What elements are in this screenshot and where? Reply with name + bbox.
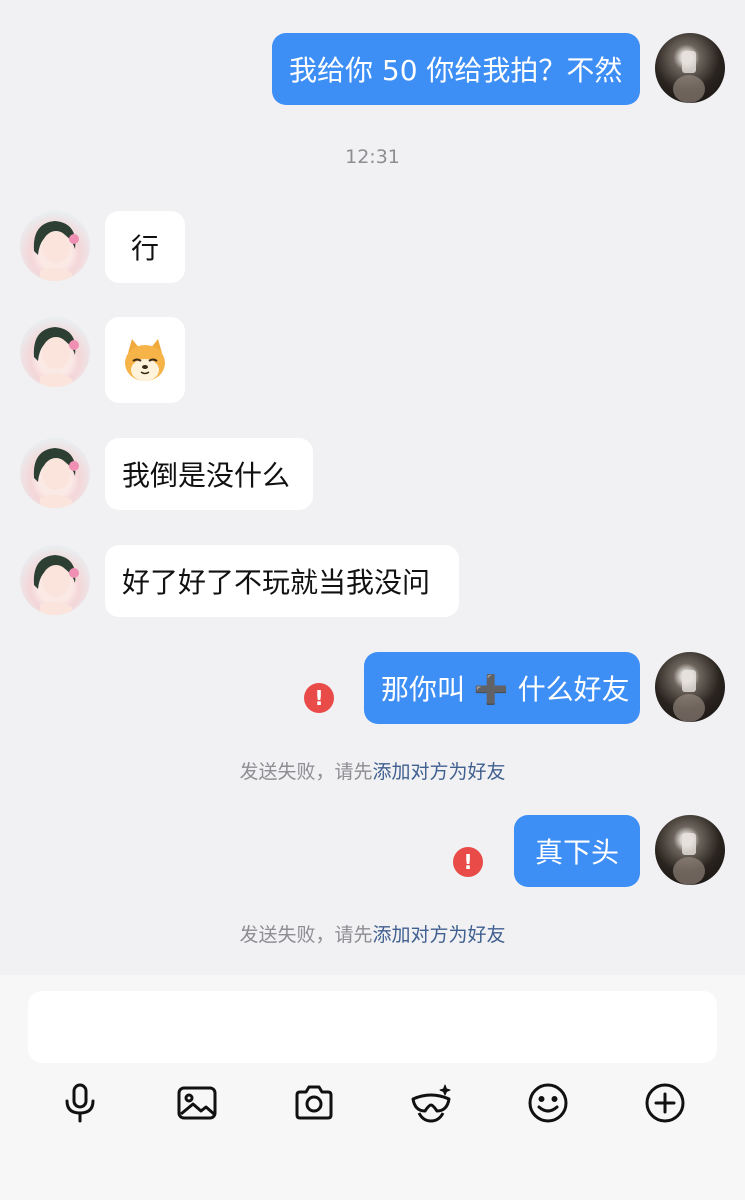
send-failed-icon[interactable]: ! xyxy=(304,683,334,713)
peer-avatar[interactable] xyxy=(20,211,90,281)
peer-avatar[interactable] xyxy=(20,545,90,615)
message-bubble-outgoing[interactable]: 那你叫 ➕ 什么好友 xyxy=(364,652,640,724)
send-failed-notice: 发送失败，请先添加对方为好友 xyxy=(0,920,745,947)
message-timestamp: 12:31 xyxy=(345,146,400,168)
fail-notice-text: 发送失败，请先 xyxy=(239,761,373,783)
message-text: 我给你 50 你给我拍？不然 xyxy=(289,54,623,87)
message-input[interactable] xyxy=(28,991,717,1063)
plus-icon xyxy=(645,1083,685,1123)
dog-sticker-icon xyxy=(125,339,165,381)
message-composer xyxy=(0,975,745,1200)
mask-icon xyxy=(411,1084,451,1123)
microphone-icon xyxy=(65,1083,95,1123)
send-failed-notice: 发送失败，请先添加对方为好友 xyxy=(0,757,745,784)
more-button[interactable] xyxy=(639,1077,691,1129)
sticker-bubble[interactable] xyxy=(105,317,185,403)
send-failed-icon[interactable]: ! xyxy=(453,847,483,877)
peer-avatar[interactable] xyxy=(20,317,90,387)
message-bubble-outgoing[interactable]: 我给你 50 你给我拍？不然 xyxy=(272,33,640,105)
message-bubble-incoming[interactable]: 行 xyxy=(105,211,185,283)
message-text: 行 xyxy=(130,232,159,265)
message-bubble-outgoing[interactable]: 真下头 xyxy=(514,815,640,887)
fail-notice-text: 发送失败，请先 xyxy=(239,924,373,946)
add-friend-link[interactable]: 添加对方为好友 xyxy=(373,761,506,783)
voice-button[interactable] xyxy=(54,1077,106,1129)
self-avatar[interactable] xyxy=(655,652,725,722)
self-avatar[interactable] xyxy=(655,815,725,885)
image-button[interactable] xyxy=(171,1077,223,1129)
emoji-icon xyxy=(528,1083,568,1123)
image-icon xyxy=(177,1086,217,1120)
add-friend-link[interactable]: 添加对方为好友 xyxy=(373,924,506,946)
message-text: 真下头 xyxy=(534,836,619,869)
message-bubble-incoming[interactable]: 好了好了不玩就当我没问 xyxy=(105,545,459,617)
mask-button[interactable] xyxy=(405,1077,457,1129)
emoji-button[interactable] xyxy=(522,1077,574,1129)
camera-button[interactable] xyxy=(288,1077,340,1129)
message-text: 那你叫 ➕ 什么好友 xyxy=(381,673,630,706)
chat-area[interactable]: 我给你 50 你给我拍？不然 12:31 行 我倒是没什么 好了好了不玩就当我没… xyxy=(0,0,745,975)
peer-avatar[interactable] xyxy=(20,438,90,508)
message-text: 我倒是没什么 xyxy=(122,459,291,492)
self-avatar[interactable] xyxy=(655,33,725,103)
message-bubble-incoming[interactable]: 我倒是没什么 xyxy=(105,438,313,510)
message-text: 好了好了不玩就当我没问 xyxy=(122,566,431,599)
camera-icon xyxy=(295,1085,333,1120)
